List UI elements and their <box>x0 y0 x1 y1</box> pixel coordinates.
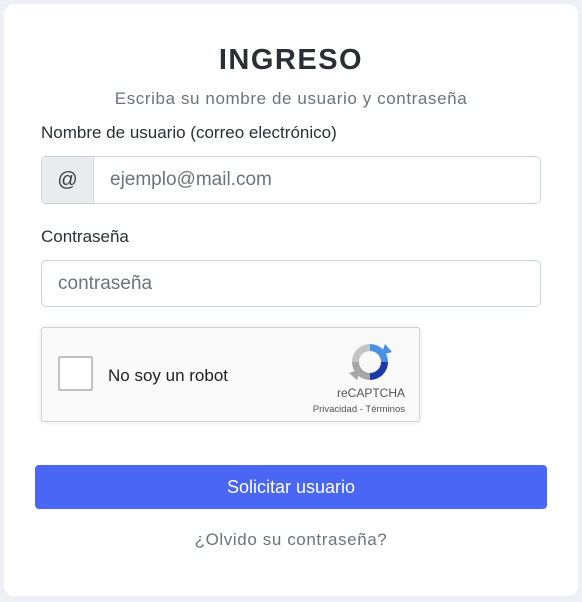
recaptcha-checkbox[interactable] <box>58 356 93 391</box>
recaptcha-logo-icon <box>349 344 392 380</box>
recaptcha-terms-link[interactable]: Términos <box>365 404 405 415</box>
recaptcha-widget: No soy un robot reCAPTCHA Privacidad - T… <box>41 327 420 422</box>
login-card: INGRESO Escriba su nombre de usuario y c… <box>4 4 578 596</box>
page-title: INGRESO <box>218 44 364 76</box>
request-user-button[interactable]: Solicitar usuario <box>35 465 547 509</box>
password-label: Contraseña <box>41 227 129 246</box>
username-input-group: @ <box>41 156 541 204</box>
recaptcha-privacy-link[interactable]: Privacidad <box>313 404 357 415</box>
recaptcha-links: Privacidad - Términos <box>313 404 405 415</box>
username-input[interactable] <box>94 157 540 203</box>
recaptcha-label: No soy un robot <box>108 366 229 385</box>
password-input[interactable] <box>41 260 541 307</box>
page-subtitle: Escriba su nombre de usuario y contraseñ… <box>114 89 468 108</box>
forgot-password-link[interactable]: ¿Olvido su contraseña? <box>4 530 578 550</box>
at-sign-icon: @ <box>42 157 94 203</box>
recaptcha-brand: reCAPTCHA <box>336 386 405 400</box>
username-label: Nombre de usuario (correo electrónico) <box>41 123 337 142</box>
